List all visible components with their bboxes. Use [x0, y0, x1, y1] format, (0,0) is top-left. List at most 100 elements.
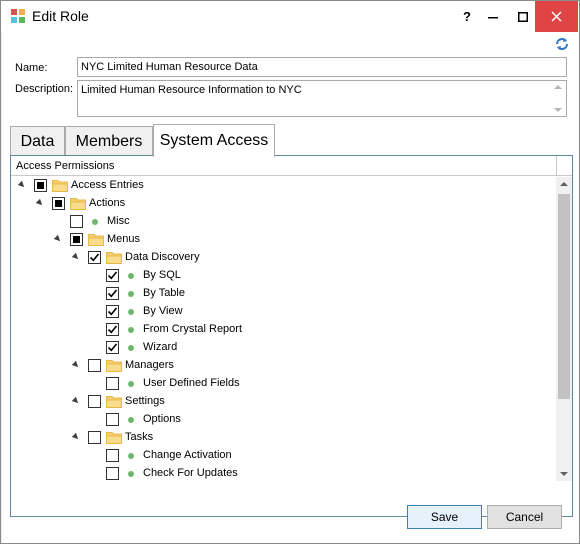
app-icon: [11, 9, 25, 23]
tree-row-label: By View: [143, 305, 183, 317]
scroll-down-arrow-icon[interactable]: [554, 108, 562, 112]
folder-icon: [106, 252, 122, 264]
tree-row[interactable]: Options: [11, 411, 556, 429]
system-access-panel: Access Permissions Access Entries Actions…: [10, 155, 573, 517]
checkmark-icon: [89, 253, 100, 262]
folder-icon: [106, 432, 122, 444]
tree-row[interactable]: Actions: [11, 195, 556, 213]
tree-row-label: From Crystal Report: [143, 323, 243, 335]
name-label: Name:: [15, 62, 48, 74]
tree-scrollbar[interactable]: [556, 177, 572, 481]
description-text: Limited Human Resource Information to NY…: [81, 84, 302, 96]
permission-checkbox[interactable]: [106, 467, 119, 480]
folder-icon: [106, 360, 122, 372]
minimize-icon: [488, 16, 498, 18]
tree-row-label: User Defined Fields: [143, 377, 240, 389]
folder-icon: [70, 198, 86, 210]
checkmark-icon: [107, 343, 118, 352]
tree-row[interactable]: By View: [11, 303, 556, 321]
description-field[interactable]: Limited Human Resource Information to NY…: [77, 80, 567, 117]
tree-row-label: By Table: [143, 287, 185, 299]
cancel-button[interactable]: Cancel: [487, 505, 562, 529]
tab-system-access[interactable]: System Access: [153, 124, 275, 157]
permission-checkbox[interactable]: [106, 449, 119, 462]
tree-row[interactable]: Settings: [11, 393, 556, 411]
window-title: Edit Role: [32, 8, 89, 24]
tree-row[interactable]: Wizard: [11, 339, 556, 357]
permission-checkbox[interactable]: [52, 197, 65, 210]
permission-checkbox[interactable]: [106, 341, 119, 354]
close-icon: [551, 11, 562, 22]
tree-row[interactable]: Menus: [11, 231, 556, 249]
tree-row[interactable]: By SQL: [11, 267, 556, 285]
tree-row[interactable]: From Crystal Report: [11, 321, 556, 339]
scroll-up-arrow-icon[interactable]: [560, 182, 568, 186]
permission-checkbox[interactable]: [106, 305, 119, 318]
permission-checkbox[interactable]: [34, 179, 47, 192]
tab-members[interactable]: Members: [65, 126, 153, 156]
tree-row[interactable]: Data Discovery: [11, 249, 556, 267]
permission-checkbox[interactable]: [106, 269, 119, 282]
tree-row[interactable]: Change Activation: [11, 447, 556, 465]
tree-row-label: Data Discovery: [125, 251, 200, 263]
expand-arrow-icon[interactable]: [71, 396, 81, 406]
green-dot-icon: [128, 453, 134, 459]
tree-row[interactable]: Managers: [11, 357, 556, 375]
checkmark-icon: [107, 325, 118, 334]
tree-row-label: Access Entries: [71, 179, 144, 191]
checkmark-icon: [107, 289, 118, 298]
tree-row[interactable]: Access Entries: [11, 177, 556, 195]
edit-role-window: Edit Role ? Name: NYC Limited Human Reso…: [0, 0, 580, 544]
tree-row[interactable]: User Defined Fields: [11, 375, 556, 393]
expand-arrow-icon[interactable]: [53, 234, 63, 244]
refresh-icon[interactable]: [554, 36, 570, 52]
scroll-thumb[interactable]: [558, 194, 570, 399]
tab-data[interactable]: Data: [10, 126, 65, 156]
scroll-up-arrow-icon[interactable]: [554, 85, 562, 89]
tree-row[interactable]: Tasks: [11, 429, 556, 447]
permission-checkbox[interactable]: [106, 413, 119, 426]
expand-arrow-icon[interactable]: [71, 432, 81, 442]
title-bar[interactable]: Edit Role ?: [1, 1, 579, 32]
save-button[interactable]: Save: [407, 505, 482, 529]
expand-arrow-icon[interactable]: [71, 252, 81, 262]
header-divider: [556, 156, 557, 176]
permission-checkbox[interactable]: [70, 215, 83, 228]
tree-row-label: Actions: [89, 197, 126, 209]
tree-row-label: Settings: [125, 395, 165, 407]
permissions-tree: Access Entries Actions Misc Menus Data Disco…: [11, 177, 556, 482]
permission-checkbox[interactable]: [106, 323, 119, 336]
permission-checkbox[interactable]: [106, 377, 119, 390]
tree-row[interactable]: Check For Updates: [11, 465, 556, 482]
green-dot-icon: [128, 309, 134, 315]
name-field[interactable]: NYC Limited Human Resource Data: [77, 57, 567, 77]
green-dot-icon: [128, 327, 134, 333]
expand-arrow-icon[interactable]: [35, 198, 45, 208]
minimize-button[interactable]: [476, 1, 510, 32]
expand-arrow-icon[interactable]: [17, 180, 27, 190]
tree-row-label: Options: [143, 413, 181, 425]
tree-row-label: By SQL: [143, 269, 181, 281]
green-dot-icon: [128, 381, 134, 387]
permission-checkbox[interactable]: [106, 287, 119, 300]
permissions-header: Access Permissions: [11, 156, 572, 176]
permission-checkbox[interactable]: [88, 395, 101, 408]
close-button[interactable]: [535, 1, 578, 32]
checkmark-icon: [107, 271, 118, 280]
scroll-down-arrow-icon[interactable]: [560, 472, 568, 476]
tree-row-label: Managers: [125, 359, 174, 371]
tree-row-label: Misc: [107, 215, 130, 227]
green-dot-icon: [128, 345, 134, 351]
permission-checkbox[interactable]: [88, 431, 101, 444]
tree-row-label: Change Activation: [143, 449, 232, 461]
permission-checkbox[interactable]: [88, 359, 101, 372]
folder-icon: [52, 180, 68, 192]
dialog-content: Name: NYC Limited Human Resource Data De…: [2, 32, 579, 543]
description-scrollbar[interactable]: [551, 82, 565, 115]
folder-icon: [88, 234, 104, 246]
tree-row[interactable]: Misc: [11, 213, 556, 231]
expand-arrow-icon[interactable]: [71, 360, 81, 370]
permission-checkbox[interactable]: [70, 233, 83, 246]
tree-row[interactable]: By Table: [11, 285, 556, 303]
permission-checkbox[interactable]: [88, 251, 101, 264]
